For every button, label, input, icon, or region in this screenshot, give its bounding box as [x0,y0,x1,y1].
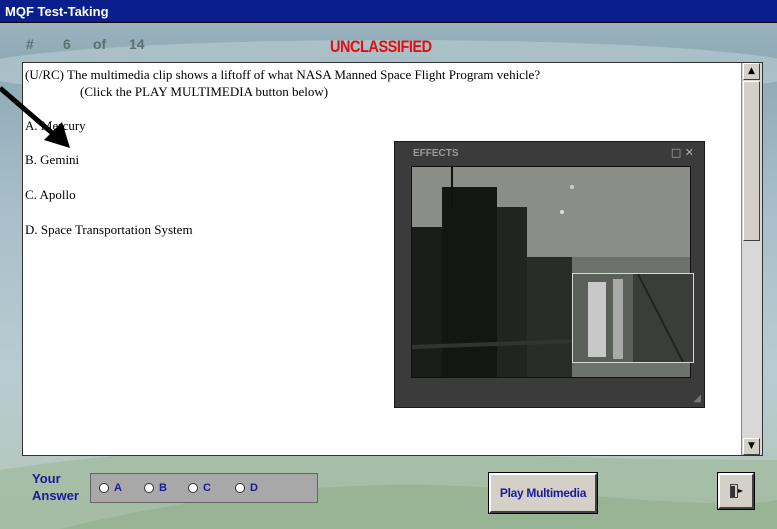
play-multimedia-button[interactable]: Play Multimedia [488,472,598,514]
question-hash: # [26,36,34,52]
question-line-1: (U/RC) The multimedia clip shows a lifto… [25,67,541,82]
option-c: C. Apollo [25,187,76,202]
radio-circle[interactable] [144,483,154,493]
picture-in-picture [572,273,694,363]
radio-circle[interactable] [235,483,245,493]
window-title: MQF Test-Taking [5,4,109,19]
title-bar: MQF Test-Taking [0,0,777,23]
radio-label-a: A [114,482,122,494]
vertical-scrollbar[interactable]: ▲ ▼ [741,63,762,455]
your-answer-label: Your Answer [32,470,79,504]
question-header: # 6 of 14 UNCLASSIFIED [0,24,777,62]
exit-door-icon [730,484,743,498]
question-text: (U/RC) The multimedia clip shows a lifto… [25,66,540,100]
scroll-thumb[interactable] [743,81,760,241]
classification-banner: UNCLASSIFIED [330,37,432,56]
radio-circle[interactable] [188,483,198,493]
question-of: of [93,36,107,52]
effects-title: EFFECTS [413,148,459,159]
option-b: B. Gemini [25,152,80,167]
effects-media-window[interactable]: EFFECTS □ ✕ ◢ [394,141,705,408]
radio-circle[interactable] [99,483,109,493]
pip-rocket-image [573,273,693,363]
exit-button[interactable] [717,472,755,510]
radio-answer-b[interactable]: B [144,482,167,494]
radio-label-d: D [250,482,258,494]
resize-grip-icon[interactable]: ◢ [693,393,701,404]
question-line-2: (Click the PLAY MULTIMEDIA button below) [80,84,329,99]
radio-label-b: B [159,482,167,494]
pointer-arrow-icon [0,86,70,148]
scroll-down-arrow-icon[interactable]: ▼ [743,438,760,455]
radio-answer-c[interactable]: C [188,482,211,494]
question-current: 6 [63,36,71,52]
option-d: D. Space Transportation System [25,222,193,237]
answer-label-line-1: Your [32,471,61,486]
effects-window-controls[interactable]: □ ✕ [671,146,694,159]
radio-answer-a[interactable]: A [99,482,122,494]
app-window: MQF Test-Taking # 6 of 14 UNCLASSIFIED (… [0,0,777,529]
answer-choices: A B C D [90,473,318,503]
answer-label-line-2: Answer [32,488,79,503]
question-total: 14 [129,36,145,52]
video-frame [411,166,694,378]
radio-answer-d[interactable]: D [235,482,258,494]
scroll-up-arrow-icon[interactable]: ▲ [743,63,760,80]
radio-label-c: C [203,482,211,494]
